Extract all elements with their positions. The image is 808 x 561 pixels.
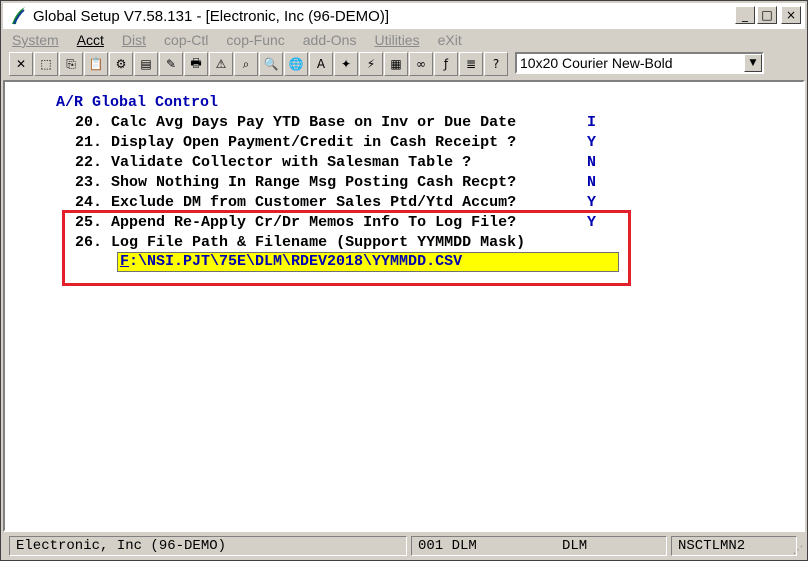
calculator-icon[interactable]: ▦ [384,52,408,76]
status-user-code: 001 DLM [418,538,477,554]
setting-row-21: 21. Display Open Payment/Credit in Cash … [75,134,517,151]
menu-add-ons[interactable]: add-Ons [294,32,366,48]
menu-cop-func[interactable]: cop-Func [217,32,293,48]
menu-utilities[interactable]: Utilities [365,32,428,48]
menu-system[interactable]: System [3,32,68,48]
setting-value-22[interactable]: N [587,154,596,171]
chevron-down-icon[interactable]: ▼ [744,54,762,72]
lightning-icon[interactable]: ⚡ [359,52,383,76]
menu-dist[interactable]: Dist [113,32,155,48]
resize-grip-icon[interactable]: ⋰ [793,545,803,556]
link-icon[interactable]: ∞ [409,52,433,76]
status-user-pane: 001 DLM DLM [411,536,667,556]
status-company: Electronic, Inc (96-DEMO) [9,536,407,556]
magnifier-icon[interactable]: 🔍 [259,52,283,76]
window-controls: _ □ × [735,6,801,24]
setting-value-20[interactable]: I [587,114,596,131]
setting-row-20: 20. Calc Avg Days Pay YTD Base on Inv or… [75,114,517,131]
setup-form-area: A/R Global Control 20. Calc Avg Days Pay… [3,80,805,532]
settings-icon[interactable]: ⚙ [109,52,133,76]
app-logo-icon [7,5,29,27]
list-icon[interactable]: ≣ [459,52,483,76]
print-icon[interactable]: 🖶 [184,52,208,76]
setting-row-22: 22. Validate Collector with Salesman Tab… [75,154,472,171]
setting-value-21[interactable]: Y [587,134,596,151]
paste-icon[interactable]: 📋 [84,52,108,76]
close-x-icon[interactable]: ✕ [9,52,33,76]
status-user: DLM [562,538,588,554]
copy-icon[interactable]: ⎘ [59,52,83,76]
setting-row-24: 24. Exclude DM from Customer Sales Ptd/Y… [75,194,517,211]
font-select-value: 10x20 Courier New-Bold [520,55,673,71]
function-icon[interactable]: ƒ [434,52,458,76]
properties-icon[interactable]: ▤ [134,52,158,76]
setting-value-23[interactable]: N [587,174,596,191]
title-bar[interactable]: Global Setup V7.58.131 - [Electronic, In… [3,3,805,29]
section-title: A/R Global Control [56,94,219,111]
font-select-dropdown[interactable]: 10x20 Courier New-Bold ▼ [515,52,764,74]
highlight-annotation-box [62,210,631,286]
menu-acct[interactable]: Acct [68,32,113,48]
binoculars-icon[interactable]: ⌕ [234,52,258,76]
select-icon[interactable]: ⬚ [34,52,58,76]
font-icon[interactable]: A [309,52,333,76]
menu-cop-ctl[interactable]: cop-Ctl [155,32,217,48]
wizard-icon[interactable]: ✦ [334,52,358,76]
help-icon[interactable]: ? [484,52,508,76]
status-bar: Electronic, Inc (96-DEMO) 001 DLM DLM NSC… [3,534,805,558]
setting-value-24[interactable]: Y [587,194,596,211]
minimize-button[interactable]: _ [735,6,755,24]
status-program: NSCTLMN2 [671,536,797,556]
maximize-button[interactable]: □ [757,6,777,24]
close-button[interactable]: × [781,6,801,24]
alert-icon[interactable]: ⚠ [209,52,233,76]
globe-icon[interactable]: 🌐 [284,52,308,76]
menu-exit[interactable]: eXit [429,32,471,48]
app-window: Global Setup V7.58.131 - [Electronic, In… [0,0,808,561]
setting-row-23: 23. Show Nothing In Range Msg Posting Ca… [75,174,517,191]
menu-bar: System Acct Dist cop-Ctl cop-Func add-On… [3,30,805,50]
window-title: Global Setup V7.58.131 - [Electronic, In… [33,7,389,25]
notes-icon[interactable]: ✎ [159,52,183,76]
